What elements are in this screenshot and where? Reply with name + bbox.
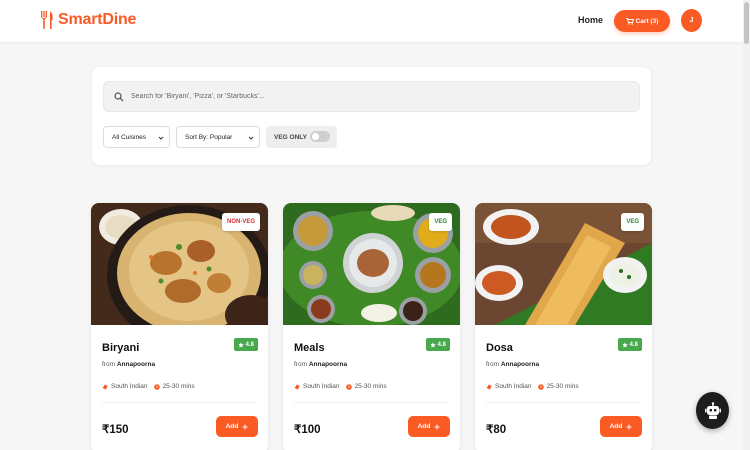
non-veg-badge: NON-VEG (221, 213, 260, 231)
sort-select-value: Sort By: Popular (185, 133, 233, 141)
cuisine-select-value: All Cuisines (112, 133, 146, 141)
cuisine-label: South Indian (303, 383, 340, 390)
rating-badge: 4.8 (233, 338, 258, 351)
from-prefix: from (486, 361, 499, 368)
search-bar[interactable] (103, 81, 640, 112)
food-meta: South Indian 25-30 mins (102, 383, 195, 390)
restaurant-name: Annapoorna (500, 361, 540, 368)
chevron-down-icon (158, 136, 164, 140)
card-divider (294, 402, 449, 403)
from-prefix: from (294, 361, 307, 368)
veg-badge: VEG (621, 213, 644, 231)
star-icon (621, 341, 628, 348)
search-input[interactable] (131, 82, 631, 111)
food-image-meals: VEG (283, 203, 460, 325)
page-scrollbar[interactable] (743, 0, 750, 450)
star-icon (237, 341, 244, 348)
veg-only-toggle[interactable] (310, 131, 330, 142)
sort-select[interactable]: Sort By: Popular (176, 126, 260, 148)
cuisine-icon (486, 384, 492, 389)
veg-badge: VEG (429, 213, 452, 231)
user-avatar[interactable]: J (681, 9, 702, 32)
food-price: ₹80 (486, 424, 507, 436)
brand-name: SmartDine (58, 11, 137, 28)
food-name: Meals (294, 342, 325, 354)
food-image-dosa: VEG (475, 203, 652, 325)
food-name: Dosa (486, 342, 513, 354)
search-filter-panel: All Cuisines Sort By: Popular VEG ONLY (92, 67, 651, 165)
rating-value: 4.8 (629, 341, 638, 348)
top-navbar: SmartDine Home Cart (3) J (0, 0, 743, 42)
plus-icon (626, 424, 632, 429)
restaurant-name: Annapoorna (308, 361, 348, 368)
food-meta: South Indian 25-30 mins (294, 383, 387, 390)
search-icon (114, 92, 124, 102)
chatbot-button[interactable] (696, 392, 729, 429)
card-divider (486, 402, 641, 403)
brand-logo[interactable]: SmartDine (40, 10, 136, 30)
nav-home-link[interactable]: Home (578, 15, 603, 25)
delivery-time: 25-30 mins (546, 383, 579, 390)
rating-value: 4.8 (437, 341, 446, 348)
delivery-time: 25-30 mins (354, 383, 387, 390)
add-to-cart-button[interactable]: Add (600, 416, 642, 437)
add-to-cart-button[interactable]: Add (216, 416, 258, 437)
cuisine-select[interactable]: All Cuisines (103, 126, 170, 148)
star-icon (429, 341, 436, 348)
clock-icon (153, 383, 160, 390)
cuisine-icon (102, 384, 108, 389)
rating-value: 4.8 (245, 341, 254, 348)
scrollbar-thumb[interactable] (744, 2, 749, 44)
clock-icon (345, 383, 352, 390)
cuisine-icon (294, 384, 300, 389)
rating-badge: 4.8 (425, 338, 450, 351)
cuisine-label: South Indian (111, 383, 148, 390)
rating-badge: 4.8 (617, 338, 642, 351)
food-meta: South Indian 25-30 mins (486, 383, 579, 390)
card-divider (102, 402, 257, 403)
cart-icon (625, 17, 634, 25)
food-price: ₹150 (102, 424, 129, 436)
cart-button[interactable]: Cart (3) (614, 10, 670, 32)
add-to-cart-button[interactable]: Add (408, 416, 450, 437)
add-label: Add (417, 423, 431, 430)
veg-only-label: VEG ONLY (274, 133, 307, 141)
robot-icon (704, 401, 721, 419)
delivery-time: 25-30 mins (162, 383, 195, 390)
chevron-down-icon (248, 136, 254, 140)
toggle-knob (312, 133, 319, 140)
food-price: ₹100 (294, 424, 321, 436)
food-image-biryani: NON-VEG (91, 203, 268, 325)
restaurant-line: from Annapoorna (294, 361, 347, 368)
fork-knife-icon (41, 11, 53, 29)
plus-icon (242, 424, 248, 429)
add-label: Add (609, 423, 623, 430)
food-card[interactable]: NON-VEG Biryani 4.8 from Annapoorna Sout… (91, 203, 268, 450)
food-card[interactable]: VEG Dosa 4.8 from Annapoorna South India… (475, 203, 652, 450)
restaurant-name: Annapoorna (116, 361, 156, 368)
cart-label: Cart (3) (635, 17, 659, 25)
clock-icon (537, 383, 544, 390)
restaurant-line: from Annapoorna (102, 361, 155, 368)
cuisine-label: South Indian (495, 383, 532, 390)
plus-icon (434, 424, 440, 429)
food-name: Biryani (102, 342, 140, 354)
restaurant-line: from Annapoorna (486, 361, 539, 368)
food-card[interactable]: VEG Meals 4.8 from Annapoorna South Indi… (283, 203, 460, 450)
veg-only-filter[interactable]: VEG ONLY (266, 126, 337, 148)
from-prefix: from (102, 361, 115, 368)
add-label: Add (225, 423, 239, 430)
